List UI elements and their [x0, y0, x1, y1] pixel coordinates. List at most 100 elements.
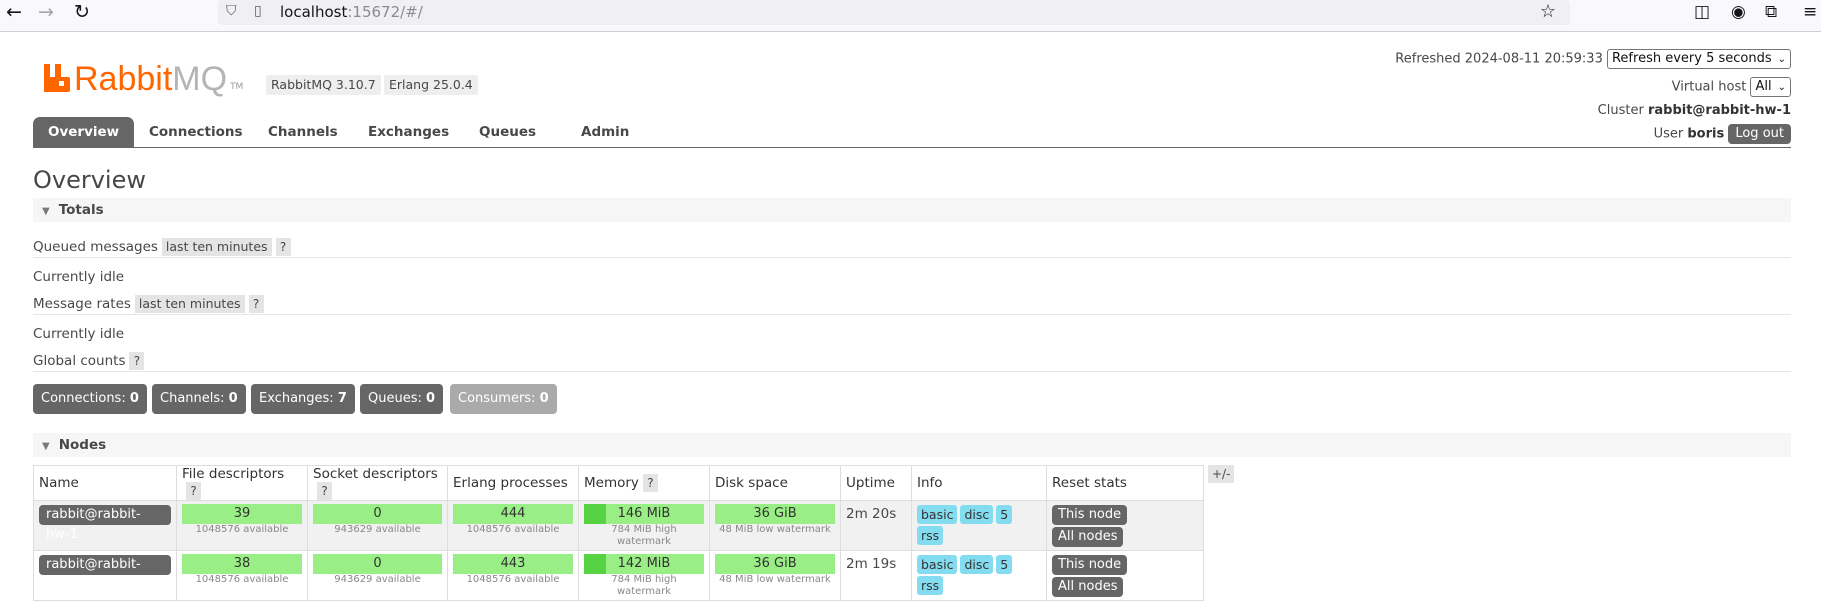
ep-available: 1048576 available [466, 574, 560, 585]
pocket-icon[interactable]: ◫ [1694, 0, 1710, 24]
forward-arrow-icon[interactable]: → [32, 0, 60, 24]
cell-erlang-processes: 443 1048576 available [447, 550, 579, 601]
cell-name: rabbit@rabbit-hw-2 [33, 550, 177, 601]
collapse-triangle-icon: ▼ [42, 441, 50, 452]
cell-erlang-processes: 444 1048576 available [447, 500, 579, 551]
message-rates-label: Message rates [33, 296, 131, 312]
info-tag-count[interactable]: 5 [996, 505, 1013, 524]
info-tag-disc[interactable]: disc [960, 505, 994, 524]
uptime-value: 2m 19s [846, 556, 897, 572]
rates-range-selector[interactable]: last ten minutes [134, 295, 245, 313]
rates-help-button[interactable]: ? [248, 295, 264, 313]
totals-title: Totals [58, 202, 104, 218]
sd-available: 943629 available [334, 574, 421, 585]
exchanges-count-button[interactable]: Exchanges: 7 [251, 384, 355, 414]
cell-reset-stats: This nodeAll nodes [1046, 550, 1204, 601]
totals-section-header[interactable]: ▼ Totals [33, 198, 1791, 222]
col-memory[interactable]: Memory? [578, 465, 710, 501]
tab-connections[interactable]: Connections [134, 117, 258, 148]
reload-icon[interactable]: ↻ [68, 0, 96, 24]
main-nav-tabs: Overview Connections Channels Exchanges … [33, 117, 1791, 148]
sd-available: 943629 available [334, 524, 421, 535]
menu-icon[interactable]: ≡ [1803, 0, 1817, 24]
cell-disk-space: 36 GiB 48 MiB low watermark [709, 500, 841, 551]
fd-bar: 38 [182, 554, 302, 574]
divider [33, 371, 1791, 372]
tab-channels[interactable]: Channels [253, 117, 353, 148]
col-uptime[interactable]: Uptime [840, 465, 912, 501]
queued-help-button[interactable]: ? [275, 238, 291, 256]
cell-info: basic disc 5 rss [911, 500, 1047, 551]
page-info-icon[interactable]: ▯ [254, 3, 262, 19]
table-row: rabbit@rabbit-hw-2 38 1048576 available 0… [33, 550, 1204, 601]
info-tag-rss[interactable]: rss [917, 576, 944, 595]
fd-bar: 39 [182, 504, 302, 524]
fd-available: 1048576 available [195, 524, 289, 535]
info-tag-rss[interactable]: rss [917, 526, 944, 545]
reset-all-nodes-button[interactable]: All nodes [1052, 577, 1124, 597]
nodes-section-header[interactable]: ▼ Nodes [33, 433, 1791, 457]
memory-bar: 142 MiB [584, 554, 704, 574]
tab-admin[interactable]: Admin [566, 117, 644, 148]
queued-range-selector[interactable]: last ten minutes [161, 238, 272, 256]
cell-name: rabbit@rabbit-hw-1 [33, 500, 177, 551]
vhost-row: Virtual host All ⌄ [1672, 77, 1791, 97]
node-name-link[interactable]: rabbit@rabbit-hw-1 [39, 505, 171, 542]
queued-messages-row: Queued messages last ten minutes? [33, 238, 291, 256]
help-button[interactable]: ? [642, 474, 658, 492]
col-name[interactable]: Name [33, 465, 177, 501]
reset-all-nodes-button[interactable]: All nodes [1052, 527, 1124, 547]
refreshed-timestamp: Refreshed 2024-08-11 20:59:33 [1395, 51, 1603, 67]
cell-socket-descriptors: 0 943629 available [307, 500, 448, 551]
extensions-icon[interactable]: ⧉ [1765, 0, 1777, 24]
cell-socket-descriptors: 0 943629 available [307, 550, 448, 601]
col-socket-descriptors[interactable]: Socket descriptors? [307, 465, 448, 501]
rates-idle-text: Currently idle [33, 326, 125, 342]
tab-exchanges[interactable]: Exchanges [353, 117, 464, 148]
cell-file-descriptors: 38 1048576 available [176, 550, 308, 601]
queues-count-button[interactable]: Queues: 0 [360, 384, 444, 414]
rabbitmq-version: RabbitMQ 3.10.7 [266, 75, 381, 95]
col-disk-space[interactable]: Disk space [709, 465, 841, 501]
bookmark-star-icon[interactable]: ☆ [1540, 1, 1556, 22]
rabbitmq-logo[interactable]: RabbitMQ TM [44, 56, 243, 96]
info-tag-count[interactable]: 5 [996, 555, 1013, 574]
channels-count-button[interactable]: Channels: 0 [152, 384, 246, 414]
col-file-descriptors[interactable]: File descriptors? [176, 465, 308, 501]
tab-overview[interactable]: Overview [33, 117, 135, 148]
account-icon[interactable]: ◉ [1731, 0, 1746, 24]
fd-available: 1048576 available [195, 574, 289, 585]
info-tag-basic[interactable]: basic [917, 505, 958, 524]
cell-info: basic disc 5 rss [911, 550, 1047, 601]
cell-uptime: 2m 19s [840, 550, 912, 601]
global-counts-help-button[interactable]: ? [129, 352, 145, 370]
nodes-table: Name File descriptors? Socket descriptor… [33, 465, 1204, 601]
refresh-interval-select[interactable]: Refresh every 5 seconds ⌄ [1606, 49, 1791, 69]
help-button[interactable]: ? [186, 482, 201, 500]
vhost-select[interactable]: All ⌄ [1750, 77, 1791, 97]
sd-bar: 0 [313, 504, 442, 524]
connections-count-button[interactable]: Connections: 0 [33, 384, 147, 414]
tab-queues[interactable]: Queues [464, 117, 551, 148]
help-button[interactable]: ? [317, 482, 332, 500]
info-tag-disc[interactable]: disc [960, 555, 994, 574]
reset-this-node-button[interactable]: This node [1052, 505, 1128, 525]
back-arrow-icon[interactable]: ← [0, 0, 28, 24]
col-erlang-processes[interactable]: Erlang processes [447, 465, 579, 501]
node-name-link[interactable]: rabbit@rabbit-hw-2 [39, 555, 171, 592]
consumers-count-button[interactable]: Consumers: 0 [450, 384, 557, 414]
memory-bar: 146 MiB [584, 504, 704, 524]
url-bar[interactable]: ⛉ ▯ localhost:15672/#/ ☆ [218, 0, 1570, 25]
url-host: localhost [280, 3, 348, 21]
toggle-columns-button[interactable]: +/- [1208, 465, 1235, 483]
ep-available: 1048576 available [466, 524, 560, 535]
divider [33, 257, 1791, 258]
reset-this-node-button[interactable]: This node [1052, 555, 1128, 575]
url-text[interactable]: localhost:15672/#/ [280, 3, 423, 21]
cell-memory: 142 MiB 784 MiB high watermark [578, 550, 710, 601]
col-info[interactable]: Info [911, 465, 1047, 501]
col-reset-stats[interactable]: Reset stats [1046, 465, 1204, 501]
collapse-triangle-icon: ▼ [42, 206, 50, 217]
shield-icon[interactable]: ⛉ [226, 3, 237, 19]
info-tag-basic[interactable]: basic [917, 555, 958, 574]
